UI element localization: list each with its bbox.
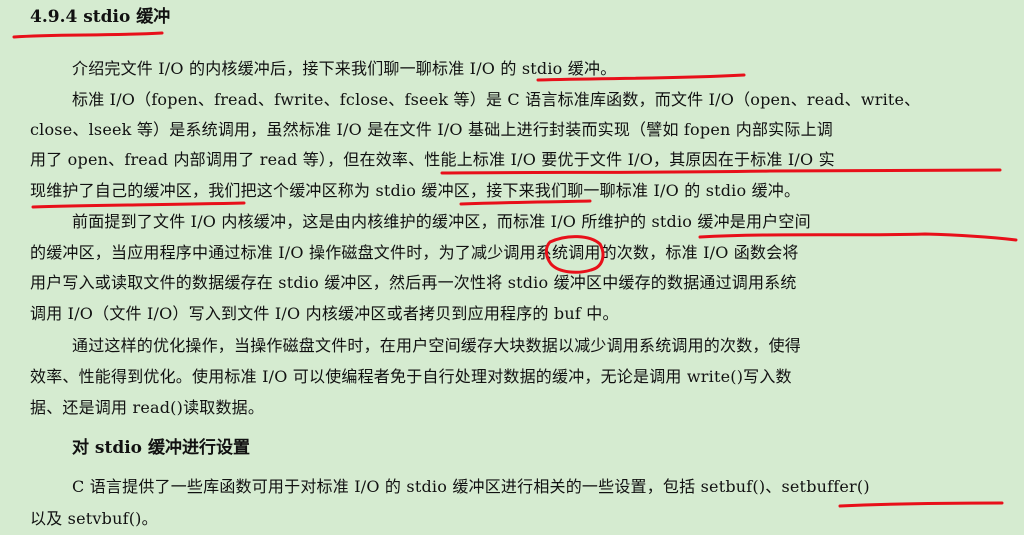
underline-title — [12, 31, 164, 39]
paragraph-1-line-1: 介绍完文件 I/O 的内核缓冲后，接下来我们聊一聊标准 I/O 的 stdio … — [72, 59, 617, 78]
final-paragraph-line-1: C 语言提供了一些库函数可用于对标准 I/O 的 stdio 缓冲区进行相关的一… — [72, 477, 870, 496]
paragraph-3-line-2: 的缓冲区，当应用程序中通过标准 I/O 操作磁盘文件时，为了减少调用系统调用的次… — [30, 243, 799, 262]
underline-user-space — [698, 232, 1018, 242]
underline-setbuf-setbuffer — [838, 501, 1004, 508]
paragraph-2-line-1: 标准 I/O（fopen、fread、fwrite、fclose、fseek 等… — [72, 90, 921, 109]
section-title: 4.9.4 stdio 缓冲 — [30, 7, 171, 27]
paragraph-4-line-3: 据、还是调用 read()读取数据。 — [30, 398, 265, 417]
final-paragraph-line-2: 以及 setvbuf()。 — [30, 509, 158, 528]
paragraph-4-line-1: 通过这样的优化操作，当操作磁盘文件时，在用户空间缓存大块数据以减少调用系统调用的… — [72, 336, 802, 355]
paragraph-2-line-2: close、lseek 等）是系统调用，虽然标准 I/O 是在文件 I/O 基础… — [30, 120, 833, 139]
paragraph-2-line-4: 现维护了自己的缓冲区，我们把这个缓冲区称为 stdio 缓冲区，接下来我们聊一聊… — [30, 181, 801, 200]
subsection-title: 对 stdio 缓冲进行设置 — [72, 438, 250, 458]
paragraph-2-line-3: 用了 open、fread 内部调用了 read 等），但在效率、性能上标准 I… — [30, 150, 835, 169]
paragraph-3-line-1: 前面提到了文件 I/O 内核缓冲，这是由内核维护的缓冲区，而标准 I/O 所维护… — [72, 212, 811, 231]
document-page: 4.9.4 stdio 缓冲 介绍完文件 I/O 的内核缓冲后，接下来我们聊一聊… — [0, 0, 1024, 535]
paragraph-3-line-4: 调用 I/O（文件 I/O）写入到文件 I/O 内核缓冲区或者拷贝到应用程序的 … — [30, 304, 619, 323]
paragraph-4-line-2: 效率、性能得到优化。使用标准 I/O 可以使编程者免于自行处理对数据的缓冲，无论… — [30, 367, 792, 386]
underline-maintains-buffer — [31, 201, 246, 209]
paragraph-3-line-3: 用户写入或读取文件的数据缓存在 stdio 缓冲区，然后再一次性将 stdio … — [30, 273, 797, 292]
